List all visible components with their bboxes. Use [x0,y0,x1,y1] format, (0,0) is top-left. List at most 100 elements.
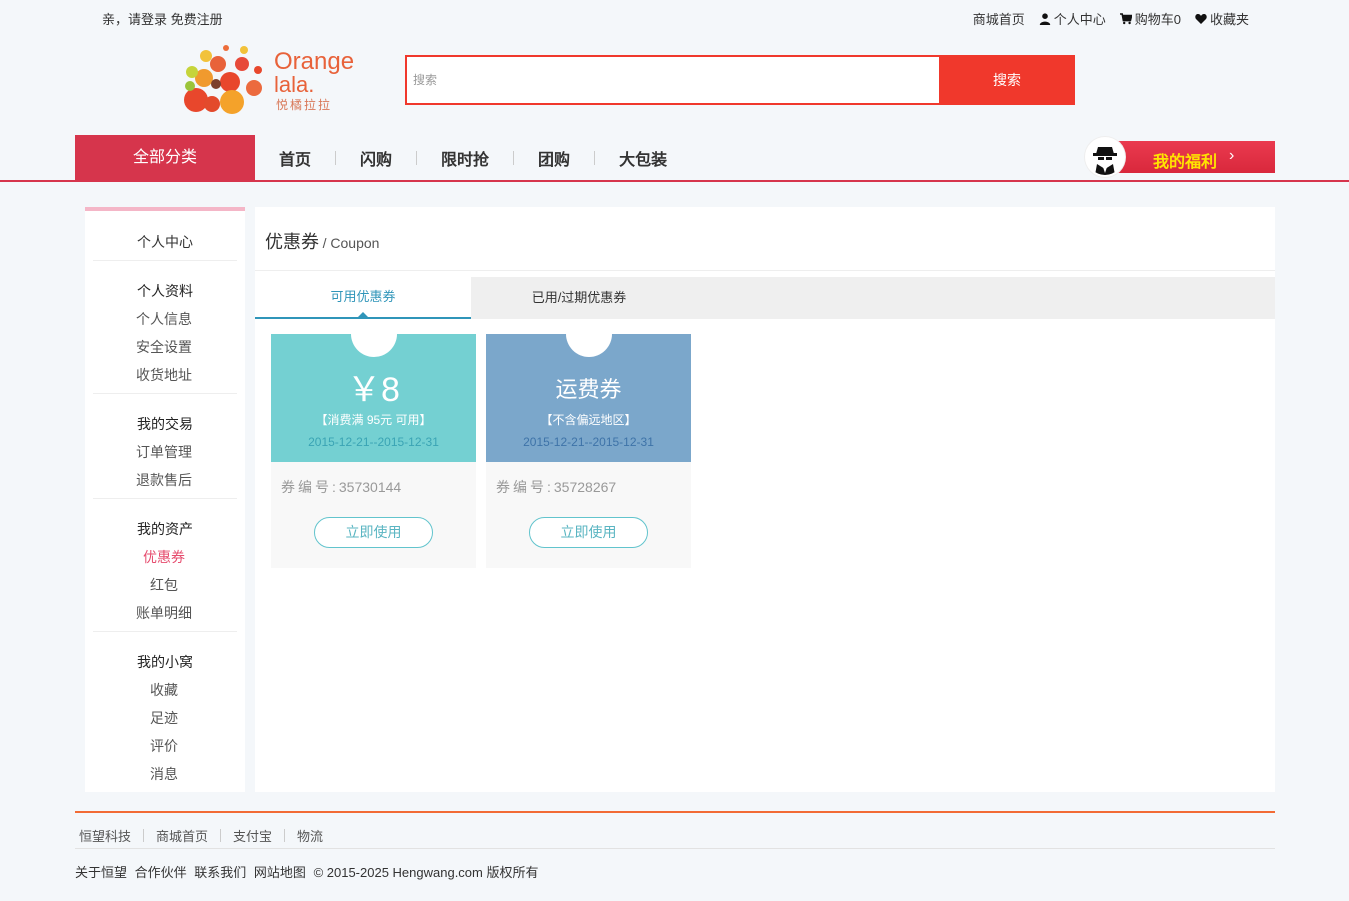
nav-divider [335,150,337,165]
sidebar-item-favorites[interactable]: 收藏 [85,680,243,700]
coupon-condition: 【消费满 95元 可用】 [315,413,432,427]
footer-link-hengwang[interactable]: 恒望科技 [75,826,135,845]
cart-icon [1119,12,1132,25]
sidebar-item-coupons[interactable]: 优惠券 [85,547,243,567]
user-icon [1039,12,1051,25]
sidebar-item-bills[interactable]: 账单明细 [85,603,243,623]
footer-link-partners[interactable]: 合作伙伴 [135,865,187,880]
coupon-face: 运费券 【不含偏远地区】 2015-12-21--2015-12-31 [486,334,691,462]
page-title-zh: 优惠券 [265,232,319,252]
cart-label: 购物车0 [1134,12,1181,27]
login-link[interactable]: 亲，请登录 [102,12,167,27]
coupon-face: ￥8 【消费满 95元 可用】 2015-12-21--2015-12-31 [271,334,476,462]
nav-limited-time[interactable]: 限时抢 [441,146,489,170]
sidebar-group-trades: 我的交易 [137,416,193,432]
sidebar-item-address[interactable]: 收货地址 [85,365,243,385]
coupon-code: 券编号:35730144 [281,477,401,497]
use-coupon-button[interactable]: 立即使用 [529,517,648,548]
my-welfare-button[interactable]: 我的福利 › [1085,137,1275,177]
coupon-code-label: 券编号: [281,479,339,495]
page-title-en: / Coupon [322,235,380,251]
sidebar-item-red-packets[interactable]: 红包 [85,575,243,595]
heart-icon [1195,13,1207,25]
tab-indicator-icon [358,312,368,317]
footer-divider [75,811,1275,813]
footer-link-sitemap[interactable]: 网站地图 [254,865,306,880]
favorites-link[interactable]: 收藏夹 [1195,9,1249,28]
search-input[interactable] [407,57,941,103]
nav-flash-sale[interactable]: 闪购 [360,146,392,170]
sidebar-group-assets: 我的资产 [137,521,193,537]
favorites-label: 收藏夹 [1209,12,1249,27]
footer-link-contact[interactable]: 联系我们 [194,865,246,880]
sidebar-title: 个人中心 [137,234,193,250]
footer-link-logistics[interactable]: 物流 [293,826,327,845]
register-link[interactable]: 免费注册 [171,12,223,27]
login-prompt: 亲，请登录 免费注册 [102,9,223,28]
search-bar: 搜索 [405,55,1075,105]
footer-divider [75,848,1275,849]
nav-divider [513,150,515,165]
sidebar-item-personal-info[interactable]: 个人信息 [85,309,243,329]
nav-divider [594,150,596,165]
sidebar-divider [93,498,237,499]
page-title: 优惠券 / Coupon [265,228,379,254]
top-links: 商城首页 个人中心 购物车0 收藏夹 [973,9,1249,28]
tab-used-label: 已用/过期优惠券 [531,290,627,305]
sidebar-item-messages[interactable]: 消息 [85,764,243,784]
sidebar-group-nest: 我的小窝 [137,654,193,670]
nav-home[interactable]: 首页 [279,146,311,170]
sidebar-divider [93,393,237,394]
sidebar-divider [93,260,237,261]
sidebar-item-reviews[interactable]: 评价 [85,736,243,756]
avatar [1085,137,1125,177]
tab-used-expired-coupons[interactable]: 已用/过期优惠券 [471,277,687,319]
sidebar-item-orders[interactable]: 订单管理 [85,442,243,462]
cart-link[interactable]: 购物车0 [1119,9,1181,28]
coupon-code: 券编号:35728267 [496,477,616,497]
footer-link-alipay[interactable]: 支付宝 [229,826,276,845]
use-coupon-button[interactable]: 立即使用 [314,517,433,548]
coupon-tabs: 可用优惠券 已用/过期优惠券 [255,277,1275,319]
footer-separator [220,829,222,842]
copyright-text: © 2015-2025 Hengwang.com 版权所有 [313,865,539,880]
nav-bulk-pack[interactable]: 大包装 [619,146,667,170]
sidebar-item-refunds[interactable]: 退款售后 [85,470,243,490]
all-categories-button[interactable]: 全部分类 [75,135,255,180]
account-sidebar: 个人中心 个人资料 个人信息 安全设置 收货地址 我的交易 订单管理 退款售后 … [85,207,245,792]
search-button[interactable]: 搜索 [939,55,1075,105]
mall-home-label: 商城首页 [972,12,1025,27]
user-center-link[interactable]: 个人中心 [1039,9,1106,28]
title-divider [255,270,1275,271]
coupon-code-value: 35730144 [338,479,402,495]
coupon-card: ￥8 【消费满 95元 可用】 2015-12-21--2015-12-31 券… [271,334,476,568]
coupon-card: 运费券 【不含偏远地区】 2015-12-21--2015-12-31 券编号:… [486,334,691,568]
site-logo[interactable]: Orange lala. 悦橘拉拉 [182,42,357,118]
footer-separator [284,829,286,842]
footer-link-about[interactable]: 关于恒望 [75,865,127,880]
logo-text-orange: Orange [274,48,355,75]
tab-available-coupons[interactable]: 可用优惠券 [255,277,471,319]
main-nav: 全部分类 首页 闪购 限时抢 团购 大包装 我的福利 › [0,135,1349,182]
copyright: 关于恒望 合作伙伴 联系我们 网站地图 © 2015-2025 Hengwang… [75,862,538,881]
footer-link-mall-home[interactable]: 商城首页 [152,826,212,845]
sidebar-group-profile: 个人资料 [137,283,193,299]
coupon-panel: 优惠券 / Coupon 可用优惠券 已用/过期优惠券 ￥8 【消费满 95元 … [255,207,1275,792]
coupon-code-label: 券编号: [496,479,554,495]
coupon-amount: 运费券 [555,377,622,402]
coupon-amount: ￥8 [347,371,400,409]
nav-divider [416,150,418,165]
user-center-label: 个人中心 [1053,12,1106,27]
top-bar: 亲，请登录 免费注册 商城首页 个人中心 购物车0 收藏夹 [0,0,1349,34]
chevron-right-icon: › [1229,147,1235,164]
footer-separator [143,829,145,842]
sidebar-item-footprints[interactable]: 足迹 [85,708,243,728]
sidebar-item-security[interactable]: 安全设置 [85,337,243,357]
spy-avatar-icon [1087,139,1123,175]
nav-group-buy[interactable]: 团购 [538,146,570,170]
sidebar-divider [93,631,237,632]
nav-links: 首页 闪购 限时抢 团购 大包装 [279,135,667,180]
coupon-notch [566,334,612,357]
mall-home-link[interactable]: 商城首页 [973,9,1025,28]
logo-text-lala: lala. [274,72,315,97]
